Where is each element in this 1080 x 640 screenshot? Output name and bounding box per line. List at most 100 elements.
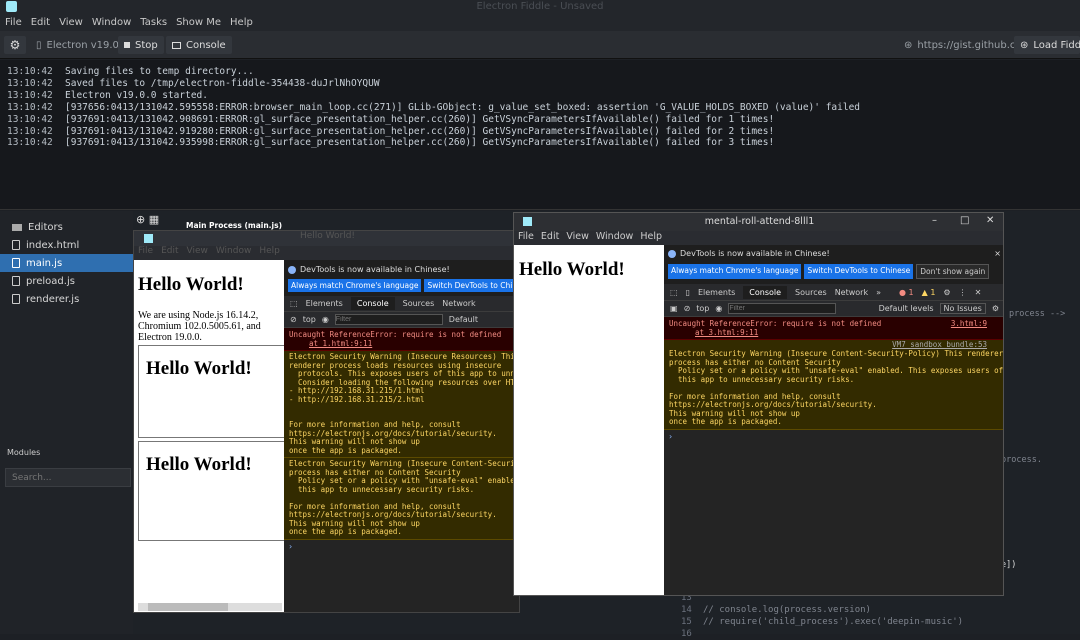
console-filter-input[interactable] <box>728 303 837 314</box>
tab-network[interactable]: Network <box>442 299 475 308</box>
sidebar-toggle-icon[interactable]: ▣ <box>670 304 678 313</box>
eye-icon[interactable]: ◉ <box>322 315 329 324</box>
console-message: Electron v19.0.0 started. <box>65 89 208 101</box>
window2-menubar: File Edit View Window Help <box>514 231 1003 245</box>
error-location[interactable]: at 1.html:9:11 <box>289 339 516 348</box>
inspect-icon[interactable]: ⬚ <box>290 299 298 308</box>
gear-icon[interactable]: ⚙ <box>992 304 1003 313</box>
electron-logo-icon <box>144 234 153 243</box>
warning-count: 1 <box>930 287 936 297</box>
file-item-index[interactable]: index.html <box>0 236 133 254</box>
clear-icon[interactable]: ⊘ <box>290 315 297 324</box>
version-label: Electron v19.0.0 <box>46 39 129 51</box>
console-prompt[interactable]: › <box>284 540 519 553</box>
tab-sources[interactable]: Sources <box>795 288 827 297</box>
inspect-icon[interactable]: ⬚ <box>670 288 678 297</box>
issues-button[interactable]: No Issues <box>939 303 986 314</box>
module-search-input[interactable] <box>5 468 131 487</box>
menu-help[interactable]: Help <box>230 17 253 28</box>
line-number: 14 <box>681 605 692 615</box>
minimize-icon[interactable]: – <box>932 215 937 226</box>
eye-icon[interactable]: ◉ <box>715 304 722 313</box>
tab-network[interactable]: Network <box>835 288 868 297</box>
error-location[interactable]: at 3.html:9:11 <box>669 328 1000 337</box>
warning-count-badge[interactable]: ▲ 1 <box>922 288 936 297</box>
context-select[interactable]: top <box>696 304 709 313</box>
menu-help[interactable]: Help <box>259 246 280 260</box>
menu-file[interactable]: File <box>5 17 22 28</box>
settings-button[interactable]: ⚙ <box>4 36 26 54</box>
code-line: 16 <box>681 628 963 640</box>
menu-file[interactable]: File <box>138 246 153 260</box>
match-language-button[interactable]: Always match Chrome's language <box>668 264 802 279</box>
window2-titlebar[interactable]: mental-roll-attend-8lll1 – □ ✕ <box>514 213 1003 231</box>
console-timestamp: 13:10:42 <box>7 113 53 125</box>
menu-file[interactable]: File <box>518 231 534 245</box>
console-timestamp: 13:10:42 <box>7 77 53 89</box>
device-icon[interactable]: ▯ <box>686 288 690 297</box>
console-filter-input[interactable] <box>334 314 443 325</box>
match-language-button[interactable]: Always match Chrome's language <box>288 279 422 292</box>
close-notice-icon[interactable]: × <box>994 249 1001 258</box>
menu-window[interactable]: Window <box>596 231 633 245</box>
output-console[interactable]: 13:10:42 Saving files to temp directory..… <box>0 60 1080 210</box>
load-fiddle-button[interactable]: ⊛ Load Fiddle <box>1014 36 1080 54</box>
folder-icon <box>12 223 22 231</box>
console-timestamp: 13:10:42 <box>7 125 53 137</box>
tab-elements[interactable]: Elements <box>306 299 343 308</box>
app-window-2[interactable]: mental-roll-attend-8lll1 – □ ✕ File Edit V… <box>513 212 1004 596</box>
horizontal-scrollbar[interactable] <box>138 603 282 611</box>
tab-console[interactable]: Console <box>743 285 788 299</box>
switch-chinese-button[interactable]: Switch DevTools to Chinese <box>804 264 914 279</box>
menu-tasks[interactable]: Tasks <box>140 17 167 28</box>
menu-window[interactable]: Window <box>216 246 252 260</box>
clear-icon[interactable]: ⊘ <box>684 304 691 313</box>
error-source-link[interactable]: 3.html:9 <box>951 319 987 328</box>
editors-header[interactable]: Editors <box>0 218 133 236</box>
stop-button[interactable]: Stop <box>118 36 164 54</box>
more-tabs-icon[interactable]: » <box>876 288 881 297</box>
levels-select[interactable]: Default levels <box>879 304 934 313</box>
gear-icon: ⚙ <box>9 38 21 52</box>
close-devtools-icon[interactable]: ✕ <box>975 288 982 297</box>
console-prompt[interactable]: › <box>664 430 1003 443</box>
line-number: 16 <box>681 629 692 639</box>
tab-console[interactable]: Console <box>350 297 395 310</box>
file-item-preload[interactable]: preload.js <box>0 272 133 290</box>
layout-grid-icon[interactable]: ⊕ ▦ <box>136 213 164 227</box>
menu-window[interactable]: Window <box>92 17 131 28</box>
warning-source-link[interactable]: VM7 sandbox_bundle:53 <box>892 340 987 350</box>
menu-view[interactable]: View <box>566 231 589 245</box>
file-item-renderer[interactable]: renderer.js <box>0 290 133 308</box>
menu-view[interactable]: View <box>187 246 208 260</box>
menu-edit[interactable]: Edit <box>31 17 50 28</box>
file-item-main[interactable]: main.js <box>0 254 133 272</box>
window1-titlebar[interactable]: Hello World! <box>134 231 519 246</box>
maximize-icon[interactable]: □ <box>960 215 969 226</box>
menu-view[interactable]: View <box>59 17 83 28</box>
console-toolbar: ⊘ top ◉ Default <box>284 312 519 328</box>
console-button[interactable]: Console <box>166 36 232 54</box>
menu-edit[interactable]: Edit <box>161 246 178 260</box>
stop-label: Stop <box>135 39 158 51</box>
sidebar: Editors index.html main.js preload.js re… <box>0 211 133 634</box>
tab-sources[interactable]: Sources <box>403 299 435 308</box>
devtools-panel-2: DevTools is now available in Chinese! × A… <box>664 245 1003 595</box>
window1-page: Hello World! We are using Node.js 16.14.… <box>134 260 284 612</box>
code-lines[interactable]: 13 14// console.log(process.version) 15// … <box>681 592 963 640</box>
tab-elements[interactable]: Elements <box>698 288 735 297</box>
levels-select[interactable]: Default <box>449 315 478 324</box>
context-select[interactable]: top <box>303 315 316 324</box>
console-message: [937691:0413/131042.908691:ERROR:gl_surf… <box>65 113 775 125</box>
switch-chinese-button[interactable]: Switch DevTools to Chinese <box>424 279 519 292</box>
kebab-menu-icon[interactable]: ⋮ <box>959 288 967 297</box>
gear-icon[interactable]: ⚙ <box>943 288 950 297</box>
menu-show-me[interactable]: Show Me <box>176 17 221 28</box>
close-icon[interactable]: ✕ <box>986 215 994 226</box>
menu-edit[interactable]: Edit <box>541 231 559 245</box>
dont-show-button[interactable]: Don't show again <box>916 264 990 279</box>
app-window-1[interactable]: Hello World! File Edit View Window Help Hell… <box>133 230 520 613</box>
error-count-badge[interactable]: ● 1 <box>899 288 914 297</box>
window1-title: Hello World! <box>299 231 356 241</box>
menu-help[interactable]: Help <box>640 231 662 245</box>
